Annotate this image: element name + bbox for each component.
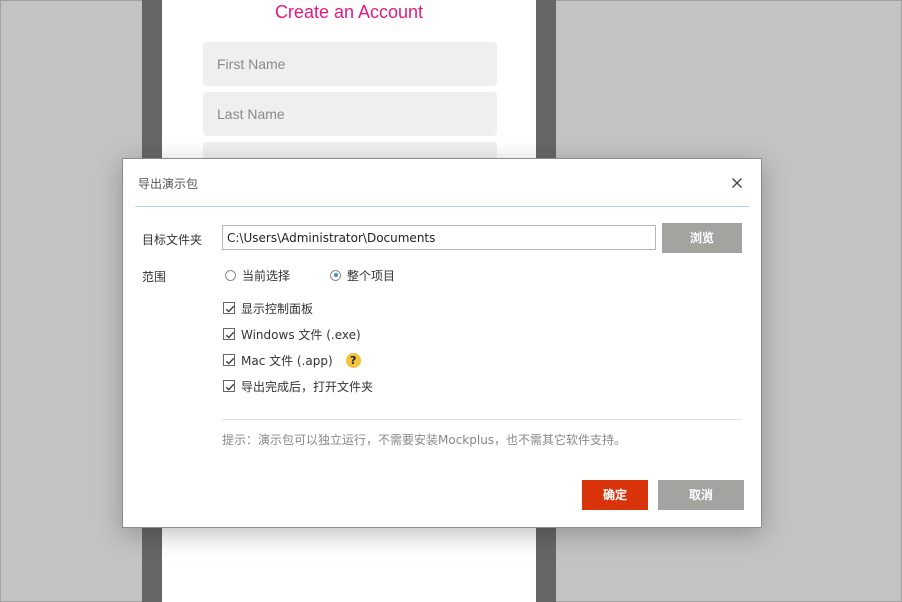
option-label: 导出完成后，打开文件夹 — [241, 379, 374, 394]
checkbox[interactable] — [223, 354, 235, 366]
checkbox[interactable] — [223, 380, 235, 392]
ok-button[interactable]: 确定 — [582, 480, 648, 510]
checkbox[interactable] — [223, 328, 235, 340]
last-name-field[interactable]: Last Name — [203, 92, 497, 136]
cancel-button[interactable]: 取消 — [658, 480, 744, 510]
first-name-field[interactable]: First Name — [203, 42, 497, 86]
check-icon — [225, 357, 235, 365]
target-folder-label: 目标文件夹 — [142, 233, 203, 247]
check-icon — [225, 383, 235, 391]
option-label: Mac 文件 (.app) — [241, 353, 333, 368]
scope-option-label: 当前选择 — [242, 268, 291, 283]
option-mac-app[interactable]: Mac 文件 (.app) ? — [223, 351, 361, 369]
radio-whole-project[interactable] — [330, 269, 341, 281]
checkbox[interactable] — [223, 302, 235, 314]
scope-option-current[interactable]: 当前选择 — [225, 266, 290, 284]
hint-separator — [222, 419, 742, 420]
page-title: Create an Account — [274, 2, 424, 22]
hint-text: 提示：演示包可以独立运行，不需要安装Mockplus，也不需其它软件支持。 — [222, 433, 627, 447]
option-open-folder-after-export[interactable]: 导出完成后，打开文件夹 — [223, 377, 373, 395]
help-icon[interactable]: ? — [345, 352, 361, 368]
option-label: Windows 文件 (.exe) — [241, 327, 361, 342]
option-show-control-panel[interactable]: 显示控制面板 — [223, 299, 313, 317]
scope-option-whole-project[interactable]: 整个项目 — [330, 266, 395, 284]
check-icon — [225, 305, 235, 313]
close-icon[interactable] — [728, 174, 746, 192]
scope-option-label: 整个项目 — [347, 268, 396, 283]
scope-label: 范围 — [142, 270, 167, 284]
radio-current-selection[interactable] — [225, 269, 236, 281]
option-windows-exe[interactable]: Windows 文件 (.exe) — [223, 325, 361, 343]
option-label: 显示控制面板 — [241, 301, 314, 316]
export-dialog: 导出演示包 目标文件夹 浏览 范围 当前选择 整个项目 显示控制面板 Windo… — [122, 158, 762, 528]
title-separator — [135, 206, 749, 207]
check-icon — [225, 331, 235, 339]
browse-button[interactable]: 浏览 — [662, 223, 742, 253]
target-folder-input[interactable] — [222, 225, 656, 250]
dialog-title: 导出演示包 — [138, 177, 199, 191]
